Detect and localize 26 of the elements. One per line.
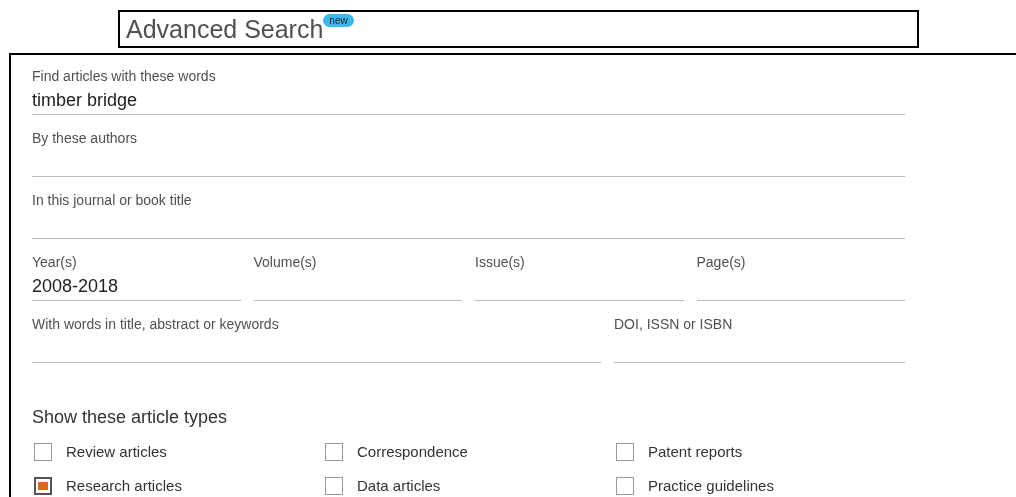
- field-label: Volume(s): [253, 254, 318, 271]
- checkbox[interactable]: [34, 443, 52, 461]
- checkbox-label[interactable]: Review articles: [66, 443, 167, 461]
- field-label: In this journal or book title: [32, 192, 193, 209]
- field-label: Year(s): [32, 254, 78, 271]
- checkbox[interactable]: [325, 477, 343, 495]
- checkbox-label[interactable]: Patent reports: [648, 443, 743, 461]
- checkbox-label[interactable]: Data articles: [357, 477, 441, 495]
- field-label: DOI, ISSN or ISBN: [614, 316, 734, 333]
- field-label: Page(s): [696, 254, 747, 271]
- new-badge: new: [323, 14, 354, 27]
- field-label: With words in title, abstract or keywords: [32, 316, 280, 333]
- input-field[interactable]: timber bridge: [32, 85, 905, 115]
- section-heading: Show these article types: [32, 406, 229, 428]
- checkbox[interactable]: [34, 477, 52, 495]
- field-label: Issue(s): [475, 254, 526, 271]
- checkbox[interactable]: [616, 443, 634, 461]
- field-label: Find articles with these words: [32, 68, 217, 85]
- checkbox-label[interactable]: Practice guidelines: [648, 477, 774, 495]
- field-label: By these authors: [32, 130, 139, 147]
- checkbox-label[interactable]: Correspondence: [357, 443, 468, 461]
- page-title: Advanced Search: [125, 14, 324, 45]
- checkbox[interactable]: [325, 443, 343, 461]
- checkbox[interactable]: [616, 477, 634, 495]
- input-field[interactable]: 2008-2018: [32, 271, 241, 301]
- checkbox-label[interactable]: Research articles: [66, 477, 182, 495]
